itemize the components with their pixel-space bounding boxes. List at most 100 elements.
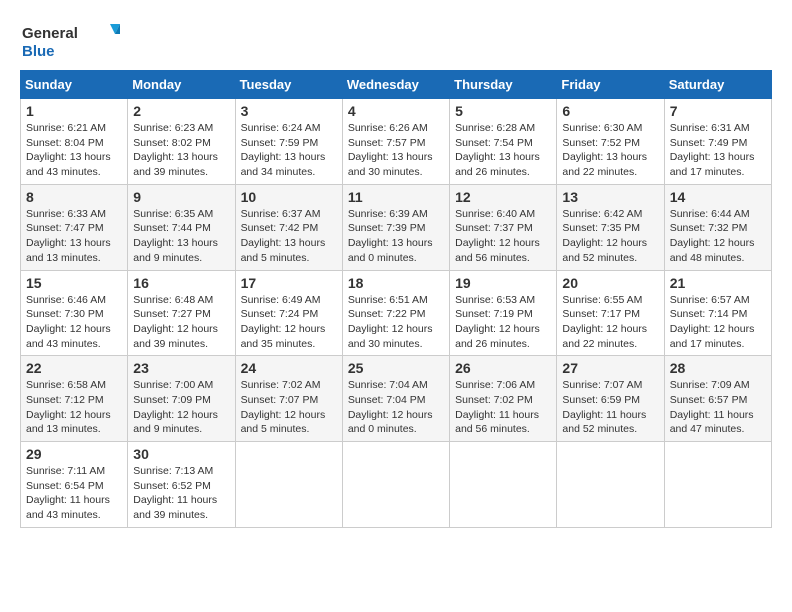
day-header-monday: Monday [128, 71, 235, 99]
day-info: Sunrise: 6:46 AM Sunset: 7:30 PM Dayligh… [26, 293, 122, 352]
calendar-week-row: 22 Sunrise: 6:58 AM Sunset: 7:12 PM Dayl… [21, 356, 772, 442]
calendar-cell: 17 Sunrise: 6:49 AM Sunset: 7:24 PM Dayl… [235, 270, 342, 356]
day-info: Sunrise: 6:26 AM Sunset: 7:57 PM Dayligh… [348, 121, 444, 180]
calendar-cell [450, 442, 557, 528]
calendar-cell [557, 442, 664, 528]
general-blue-logo: General Blue [20, 20, 120, 62]
calendar-cell: 23 Sunrise: 7:00 AM Sunset: 7:09 PM Dayl… [128, 356, 235, 442]
calendar-cell: 9 Sunrise: 6:35 AM Sunset: 7:44 PM Dayli… [128, 184, 235, 270]
day-number: 18 [348, 275, 444, 291]
calendar-cell: 4 Sunrise: 6:26 AM Sunset: 7:57 PM Dayli… [342, 99, 449, 185]
day-number: 11 [348, 189, 444, 205]
day-info: Sunrise: 6:24 AM Sunset: 7:59 PM Dayligh… [241, 121, 337, 180]
day-number: 16 [133, 275, 229, 291]
calendar-cell: 5 Sunrise: 6:28 AM Sunset: 7:54 PM Dayli… [450, 99, 557, 185]
day-info: Sunrise: 7:07 AM Sunset: 6:59 PM Dayligh… [562, 378, 658, 437]
calendar-cell: 22 Sunrise: 6:58 AM Sunset: 7:12 PM Dayl… [21, 356, 128, 442]
day-number: 7 [670, 103, 766, 119]
day-number: 4 [348, 103, 444, 119]
day-number: 27 [562, 360, 658, 376]
day-header-thursday: Thursday [450, 71, 557, 99]
calendar-cell: 16 Sunrise: 6:48 AM Sunset: 7:27 PM Dayl… [128, 270, 235, 356]
day-number: 10 [241, 189, 337, 205]
calendar-cell: 21 Sunrise: 6:57 AM Sunset: 7:14 PM Dayl… [664, 270, 771, 356]
day-number: 20 [562, 275, 658, 291]
calendar-cell: 1 Sunrise: 6:21 AM Sunset: 8:04 PM Dayli… [21, 99, 128, 185]
logo: General Blue [20, 20, 120, 62]
day-header-sunday: Sunday [21, 71, 128, 99]
calendar-cell: 8 Sunrise: 6:33 AM Sunset: 7:47 PM Dayli… [21, 184, 128, 270]
calendar-week-row: 8 Sunrise: 6:33 AM Sunset: 7:47 PM Dayli… [21, 184, 772, 270]
day-info: Sunrise: 6:40 AM Sunset: 7:37 PM Dayligh… [455, 207, 551, 266]
calendar-header-row: SundayMondayTuesdayWednesdayThursdayFrid… [21, 71, 772, 99]
calendar-cell: 27 Sunrise: 7:07 AM Sunset: 6:59 PM Dayl… [557, 356, 664, 442]
day-info: Sunrise: 7:04 AM Sunset: 7:04 PM Dayligh… [348, 378, 444, 437]
calendar-cell: 15 Sunrise: 6:46 AM Sunset: 7:30 PM Dayl… [21, 270, 128, 356]
calendar-cell: 28 Sunrise: 7:09 AM Sunset: 6:57 PM Dayl… [664, 356, 771, 442]
calendar-cell [342, 442, 449, 528]
day-number: 19 [455, 275, 551, 291]
day-info: Sunrise: 6:30 AM Sunset: 7:52 PM Dayligh… [562, 121, 658, 180]
day-info: Sunrise: 6:31 AM Sunset: 7:49 PM Dayligh… [670, 121, 766, 180]
calendar-cell: 11 Sunrise: 6:39 AM Sunset: 7:39 PM Dayl… [342, 184, 449, 270]
day-info: Sunrise: 6:55 AM Sunset: 7:17 PM Dayligh… [562, 293, 658, 352]
day-number: 22 [26, 360, 122, 376]
day-number: 12 [455, 189, 551, 205]
day-info: Sunrise: 6:33 AM Sunset: 7:47 PM Dayligh… [26, 207, 122, 266]
day-info: Sunrise: 6:42 AM Sunset: 7:35 PM Dayligh… [562, 207, 658, 266]
calendar-table: SundayMondayTuesdayWednesdayThursdayFrid… [20, 70, 772, 528]
day-info: Sunrise: 6:35 AM Sunset: 7:44 PM Dayligh… [133, 207, 229, 266]
day-info: Sunrise: 6:51 AM Sunset: 7:22 PM Dayligh… [348, 293, 444, 352]
calendar-cell: 10 Sunrise: 6:37 AM Sunset: 7:42 PM Dayl… [235, 184, 342, 270]
day-info: Sunrise: 7:11 AM Sunset: 6:54 PM Dayligh… [26, 464, 122, 523]
day-number: 3 [241, 103, 337, 119]
header: General Blue [20, 20, 772, 62]
day-info: Sunrise: 6:44 AM Sunset: 7:32 PM Dayligh… [670, 207, 766, 266]
calendar-cell: 12 Sunrise: 6:40 AM Sunset: 7:37 PM Dayl… [450, 184, 557, 270]
day-info: Sunrise: 6:49 AM Sunset: 7:24 PM Dayligh… [241, 293, 337, 352]
day-info: Sunrise: 6:57 AM Sunset: 7:14 PM Dayligh… [670, 293, 766, 352]
day-number: 23 [133, 360, 229, 376]
svg-text:General: General [22, 25, 78, 42]
day-number: 25 [348, 360, 444, 376]
day-number: 8 [26, 189, 122, 205]
day-header-wednesday: Wednesday [342, 71, 449, 99]
day-info: Sunrise: 6:58 AM Sunset: 7:12 PM Dayligh… [26, 378, 122, 437]
day-info: Sunrise: 6:39 AM Sunset: 7:39 PM Dayligh… [348, 207, 444, 266]
day-number: 28 [670, 360, 766, 376]
calendar-cell: 19 Sunrise: 6:53 AM Sunset: 7:19 PM Dayl… [450, 270, 557, 356]
calendar-cell [235, 442, 342, 528]
calendar-cell: 6 Sunrise: 6:30 AM Sunset: 7:52 PM Dayli… [557, 99, 664, 185]
day-number: 14 [670, 189, 766, 205]
day-info: Sunrise: 7:02 AM Sunset: 7:07 PM Dayligh… [241, 378, 337, 437]
calendar-week-row: 15 Sunrise: 6:46 AM Sunset: 7:30 PM Dayl… [21, 270, 772, 356]
day-header-saturday: Saturday [664, 71, 771, 99]
day-info: Sunrise: 6:28 AM Sunset: 7:54 PM Dayligh… [455, 121, 551, 180]
day-number: 13 [562, 189, 658, 205]
day-number: 2 [133, 103, 229, 119]
calendar-cell: 30 Sunrise: 7:13 AM Sunset: 6:52 PM Dayl… [128, 442, 235, 528]
day-number: 9 [133, 189, 229, 205]
day-info: Sunrise: 7:06 AM Sunset: 7:02 PM Dayligh… [455, 378, 551, 437]
day-number: 6 [562, 103, 658, 119]
day-number: 29 [26, 446, 122, 462]
day-info: Sunrise: 6:21 AM Sunset: 8:04 PM Dayligh… [26, 121, 122, 180]
day-info: Sunrise: 7:09 AM Sunset: 6:57 PM Dayligh… [670, 378, 766, 437]
day-info: Sunrise: 6:23 AM Sunset: 8:02 PM Dayligh… [133, 121, 229, 180]
day-number: 5 [455, 103, 551, 119]
day-info: Sunrise: 7:13 AM Sunset: 6:52 PM Dayligh… [133, 464, 229, 523]
day-number: 1 [26, 103, 122, 119]
svg-text:Blue: Blue [22, 43, 55, 60]
day-number: 30 [133, 446, 229, 462]
day-header-friday: Friday [557, 71, 664, 99]
day-info: Sunrise: 7:00 AM Sunset: 7:09 PM Dayligh… [133, 378, 229, 437]
calendar-cell [664, 442, 771, 528]
calendar-cell: 26 Sunrise: 7:06 AM Sunset: 7:02 PM Dayl… [450, 356, 557, 442]
calendar-cell: 29 Sunrise: 7:11 AM Sunset: 6:54 PM Dayl… [21, 442, 128, 528]
calendar-week-row: 1 Sunrise: 6:21 AM Sunset: 8:04 PM Dayli… [21, 99, 772, 185]
calendar-cell: 7 Sunrise: 6:31 AM Sunset: 7:49 PM Dayli… [664, 99, 771, 185]
day-info: Sunrise: 6:53 AM Sunset: 7:19 PM Dayligh… [455, 293, 551, 352]
calendar-cell: 2 Sunrise: 6:23 AM Sunset: 8:02 PM Dayli… [128, 99, 235, 185]
day-number: 26 [455, 360, 551, 376]
day-number: 15 [26, 275, 122, 291]
